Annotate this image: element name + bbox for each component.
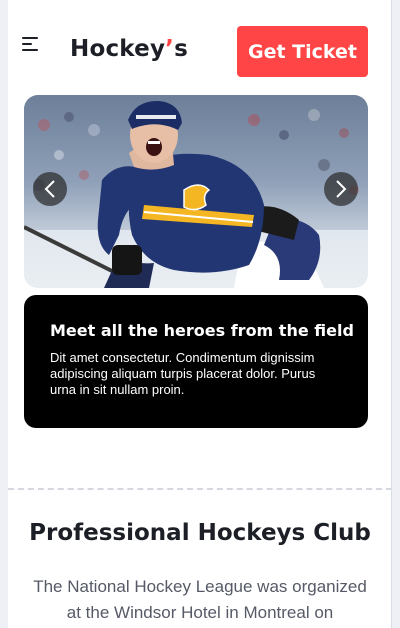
site-header: Hockey’s Get Ticket	[8, 0, 391, 90]
slider-prev-button[interactable]	[33, 172, 67, 206]
about-title: Professional Hockeys Club	[29, 520, 371, 546]
brand-suffix: s	[174, 36, 188, 62]
slider-next-button[interactable]	[324, 172, 358, 206]
chevron-right-icon	[336, 180, 347, 198]
hero-slider	[24, 95, 368, 288]
menu-icon[interactable]	[22, 37, 40, 51]
brand-accent: ’	[165, 36, 175, 62]
brand-logo[interactable]: Hockey’s	[70, 36, 188, 62]
hero-caption-title: Meet all the heroes from the field	[50, 321, 354, 340]
brand-name: Hockey	[70, 36, 166, 62]
hero-caption-text: Dit amet consectetur. Condimentum dignis…	[50, 350, 316, 397]
hero-caption-card: Meet all the heroes from the field Dit a…	[24, 295, 368, 428]
section-divider	[8, 488, 391, 490]
about-text: The National Hockey League was organized…	[33, 577, 367, 622]
chevron-left-icon	[44, 180, 55, 198]
hero-image	[24, 95, 368, 288]
page: Hockey’s Get Ticket Meet all the heroes …	[8, 0, 392, 628]
get-ticket-button[interactable]: Get Ticket	[237, 26, 368, 77]
